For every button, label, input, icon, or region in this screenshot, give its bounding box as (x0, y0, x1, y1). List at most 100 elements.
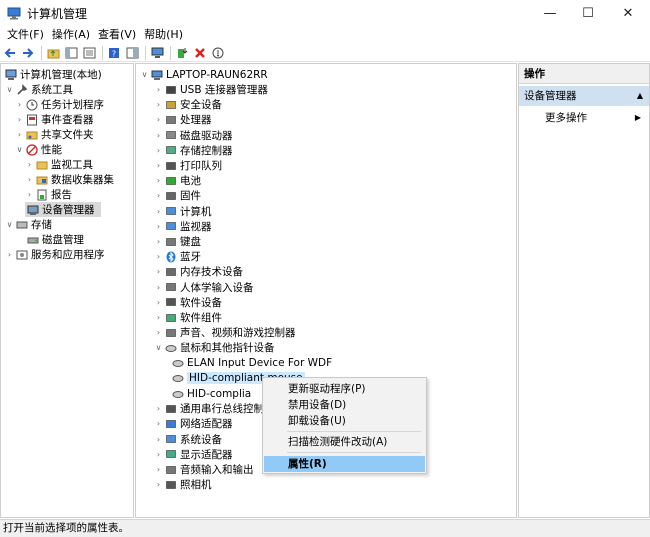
collapsed-arrow-icon[interactable]: › (15, 97, 24, 112)
collapsed-arrow-icon[interactable]: › (154, 264, 163, 279)
device-category-battery[interactable]: › 电池 (154, 173, 201, 188)
menu-help[interactable]: 帮助(H) (140, 26, 187, 44)
tree-item-device-manager[interactable]: 设备管理器 (25, 202, 101, 217)
device-category-system-device[interactable]: › 系统设备 (154, 432, 222, 447)
scan-hardware-icon[interactable] (211, 46, 225, 60)
close-button[interactable]: ✕ (605, 0, 650, 26)
menu-item-disable-device[interactable]: 禁用设备(D) (264, 397, 425, 413)
tree-item-monitoring-tools[interactable]: › 监视工具 (25, 157, 93, 172)
tree-item-reports[interactable]: › 报告 (25, 187, 72, 202)
help-icon[interactable]: ? (107, 46, 121, 60)
menu-item-update-driver[interactable]: 更新驱动程序(P) (264, 381, 425, 397)
tree-item-storage[interactable]: ∨ 存储 (5, 217, 52, 232)
collapsed-arrow-icon[interactable]: › (154, 295, 163, 310)
collapsed-arrow-icon[interactable]: › (154, 234, 163, 249)
device-category-network-adapter[interactable]: › 网络适配器 (154, 416, 233, 431)
collapsed-arrow-icon[interactable]: › (154, 401, 163, 416)
device-category-display-adapter[interactable]: › 显示适配器 (154, 447, 233, 462)
tree-item-computer-management[interactable]: 计算机管理(本地) (3, 67, 102, 82)
collapsed-arrow-icon[interactable]: › (154, 173, 163, 188)
menu-action[interactable]: 操作(A) (48, 26, 94, 44)
collapsed-arrow-icon[interactable]: › (154, 204, 163, 219)
expanded-arrow-icon[interactable]: ∨ (5, 217, 14, 232)
collapsed-arrow-icon[interactable]: › (25, 157, 34, 172)
collapsed-arrow-icon[interactable]: › (25, 172, 34, 187)
monitor-icon[interactable] (150, 46, 164, 60)
actions-group-device-manager[interactable]: 设备管理器 ▲ (519, 86, 649, 106)
device-tree-root[interactable]: ∨ LAPTOP-RAUN62RR (140, 67, 268, 82)
device-category-printer[interactable]: › 打印队列 (154, 158, 222, 173)
export-list-icon[interactable] (82, 46, 96, 60)
menu-item-properties[interactable]: 属性(R) (264, 456, 425, 472)
collapsed-arrow-icon[interactable]: › (5, 247, 14, 262)
collapsed-arrow-icon[interactable]: › (154, 477, 163, 492)
expanded-arrow-icon[interactable]: ∨ (140, 67, 149, 82)
device-category-memory[interactable]: › 内存技术设备 (154, 264, 243, 279)
collapsed-arrow-icon[interactable]: › (154, 462, 163, 477)
collapsed-arrow-icon[interactable]: › (154, 219, 163, 234)
collapsed-arrow-icon[interactable]: › (154, 310, 163, 325)
expanded-arrow-icon[interactable]: ∨ (15, 142, 24, 157)
collapsed-arrow-icon[interactable]: › (154, 158, 163, 173)
menu-view[interactable]: 查看(V) (94, 26, 140, 44)
device-category-mouse[interactable]: ∨ 鼠标和其他指针设备 (154, 340, 275, 355)
properties-pane-icon[interactable] (125, 46, 139, 60)
collapsed-arrow-icon[interactable]: › (154, 128, 163, 143)
device-category-usb-controller[interactable]: › 通用串行总线控制 (154, 401, 264, 416)
device-category-software-component[interactable]: › 软件组件 (154, 310, 222, 325)
tree-item-performance[interactable]: ∨ 性能 (15, 142, 62, 157)
up-folder-icon[interactable] (46, 46, 60, 60)
device-category-processor[interactable]: › 处理器 (154, 112, 212, 127)
collapsed-arrow-icon[interactable]: › (154, 432, 163, 447)
back-icon[interactable] (3, 46, 17, 60)
device-category-disk-drive[interactable]: › 磁盘驱动器 (154, 128, 233, 143)
device-category-audio-io[interactable]: › 音频输入和输出 (154, 462, 254, 477)
menu-item-uninstall-device[interactable]: 卸载设备(U) (264, 413, 425, 429)
console-tree-pane[interactable]: 计算机管理(本地) ∨ 系统工具 › 任务计划程序 › 事件查看器 › 共享文件… (0, 63, 134, 518)
tree-item-disk-management[interactable]: 磁盘管理 (25, 232, 84, 247)
device-category-computer[interactable]: › 计算机 (154, 204, 212, 219)
collapsed-arrow-icon[interactable]: › (154, 416, 163, 431)
collapsed-arrow-icon[interactable]: › (154, 97, 163, 112)
device-category-monitor[interactable]: › 监视器 (154, 219, 212, 234)
device-category-software-device[interactable]: › 软件设备 (154, 295, 222, 310)
collapsed-arrow-icon[interactable]: › (154, 280, 163, 295)
update-driver-icon[interactable] (175, 46, 189, 60)
tree-item-task-scheduler[interactable]: › 任务计划程序 (15, 97, 104, 112)
device-category-bluetooth[interactable]: › 蓝牙 (154, 249, 201, 264)
device-category-storage-controller[interactable]: › 存储控制器 (154, 143, 233, 158)
collapsed-arrow-icon[interactable]: › (154, 112, 163, 127)
collapsed-arrow-icon[interactable]: › (154, 249, 163, 264)
tree-item-data-collector-sets[interactable]: › 数据收集器集 (25, 172, 114, 187)
collapsed-arrow-icon[interactable]: › (154, 447, 163, 462)
collapsed-arrow-icon[interactable]: › (154, 325, 163, 340)
tree-item-event-viewer[interactable]: › 事件查看器 (15, 112, 94, 127)
more-actions-item[interactable]: 更多操作 ▶ (519, 109, 649, 127)
expanded-arrow-icon[interactable]: ∨ (5, 82, 14, 97)
device-category-security-device[interactable]: › 安全设备 (154, 97, 222, 112)
collapsed-arrow-icon[interactable]: › (15, 127, 24, 142)
collapsed-arrow-icon[interactable]: › (154, 82, 163, 97)
collapsed-arrow-icon[interactable]: › (154, 143, 163, 158)
device-category-firmware[interactable]: › 固件 (154, 188, 201, 203)
collapsed-arrow-icon[interactable]: › (15, 112, 24, 127)
tree-item-shared-folders[interactable]: › 共享文件夹 (15, 127, 94, 142)
device-category-camera[interactable]: › 照相机 (154, 477, 212, 492)
uninstall-icon[interactable] (193, 46, 207, 60)
device-category-keyboard[interactable]: › 键盘 (154, 234, 201, 249)
device-category-usb[interactable]: › USB 连接器管理器 (154, 82, 268, 97)
device-item-mouse[interactable]: ELAN Input Device For WDF (170, 356, 332, 371)
expanded-arrow-icon[interactable]: ∨ (154, 340, 163, 355)
collapse-up-icon[interactable]: ▲ (637, 86, 643, 106)
collapsed-arrow-icon[interactable]: › (25, 187, 34, 202)
menu-file[interactable]: 文件(F) (3, 26, 48, 44)
forward-icon[interactable] (21, 46, 35, 60)
device-item-mouse[interactable]: HID-complia (170, 386, 251, 401)
show-hide-tree-icon[interactable] (64, 46, 78, 60)
menu-item-scan-hardware[interactable]: 扫描检测硬件改动(A) (264, 434, 425, 450)
tree-item-services-applications[interactable]: › 服务和应用程序 (5, 247, 105, 262)
tree-item-system-tools[interactable]: ∨ 系统工具 (5, 82, 73, 97)
device-category-sound[interactable]: › 声音、视频和游戏控制器 (154, 325, 296, 340)
collapsed-arrow-icon[interactable]: › (154, 188, 163, 203)
device-category-hid[interactable]: › 人体学输入设备 (154, 280, 254, 295)
